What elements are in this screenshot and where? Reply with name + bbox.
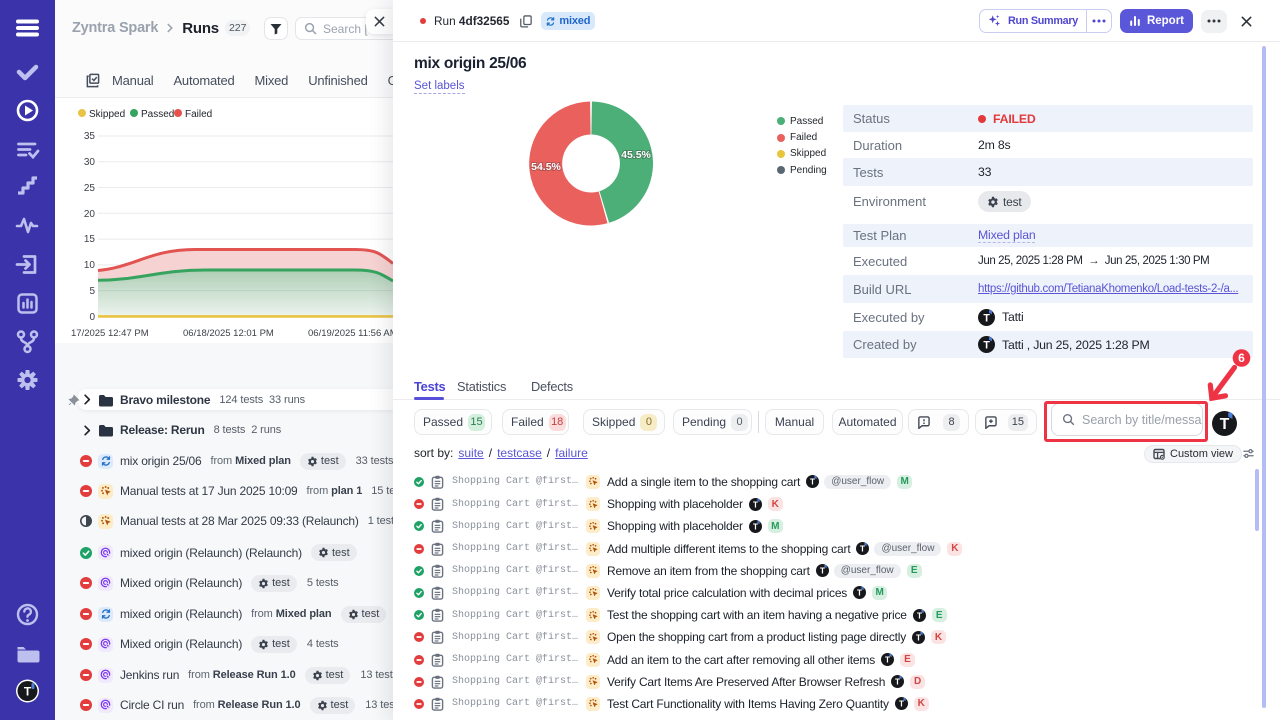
svg-text:5: 5 <box>89 286 95 297</box>
svg-text:35: 35 <box>84 131 96 142</box>
svg-text:17/2025 12:47 PM: 17/2025 12:47 PM <box>71 328 149 339</box>
svg-text:06/19/2025 11:56 AM: 06/19/2025 11:56 AM <box>308 328 393 339</box>
svg-text:06/18/2025 12:01 PM: 06/18/2025 12:01 PM <box>183 328 274 339</box>
svg-text:T: T <box>24 685 32 699</box>
svg-text:0: 0 <box>89 312 95 323</box>
svg-text:25: 25 <box>84 183 96 194</box>
svg-text:15: 15 <box>84 234 96 245</box>
svg-text:54.5%: 54.5% <box>531 161 561 173</box>
svg-text:10: 10 <box>84 260 96 271</box>
svg-text:Skipped: Skipped <box>89 109 125 120</box>
svg-text:Failed: Failed <box>185 109 212 120</box>
svg-text:20: 20 <box>84 209 96 220</box>
svg-text:30: 30 <box>84 157 96 168</box>
svg-text:Passed: Passed <box>141 109 174 120</box>
svg-text:45.5%: 45.5% <box>621 149 651 161</box>
